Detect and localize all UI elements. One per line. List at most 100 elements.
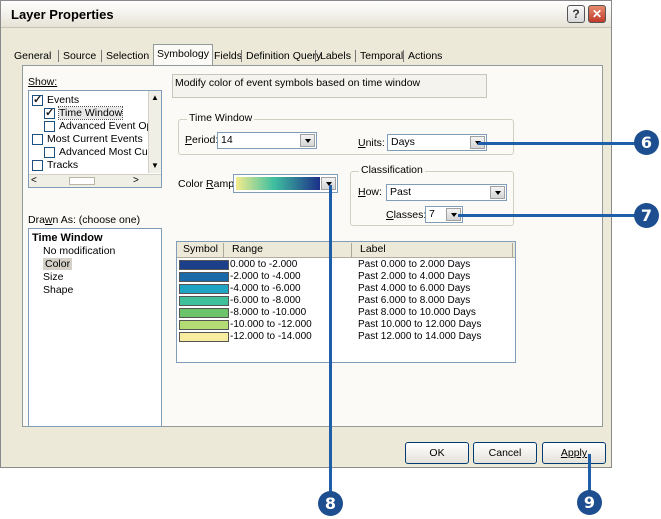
label-cell: Past 2.000 to 4.000 Days — [358, 271, 471, 282]
drawn-as-option-no-modification[interactable]: No modification — [43, 245, 115, 257]
how-select[interactable]: Past — [386, 184, 507, 201]
layer-properties-dialog: Layer Properties ? ✕ General Source Select… — [0, 0, 612, 468]
table-row[interactable]: -8.000 to -10.000 Past 8.000 to 10.000 Da… — [177, 308, 515, 319]
table-header: Symbol Range Label — [177, 242, 515, 258]
tree-item-label[interactable]: Most Current Events — [47, 133, 143, 145]
title-bar: Layer Properties ? ✕ — [1, 1, 611, 28]
units-value: Days — [391, 136, 415, 148]
drawn-as-heading: Time Window — [32, 232, 103, 244]
how-value: Past — [390, 186, 412, 198]
range-cell: -2.000 to -4.000 — [230, 271, 301, 282]
tree-checkbox[interactable] — [32, 134, 43, 145]
callout-8: 8 — [318, 491, 343, 516]
apply-button[interactable]: Apply — [542, 442, 606, 464]
class-table: Symbol Range Label 0.000 to -2.000 Past 0… — [176, 241, 516, 363]
label-cell: Past 12.000 to 14.000 Days — [358, 331, 482, 342]
label-cell: Past 10.000 to 12.000 Days — [358, 319, 482, 330]
header-label[interactable]: Label — [360, 243, 386, 255]
tab-source[interactable]: Source — [60, 47, 99, 65]
header-symbol[interactable]: Symbol — [183, 243, 218, 255]
symbol-swatch[interactable] — [179, 284, 229, 294]
table-row[interactable]: -10.000 to -12.000 Past 10.000 to 12.000 … — [177, 320, 515, 331]
drawn-as-option-size[interactable]: Size — [43, 271, 63, 283]
color-ramp-swatch — [236, 177, 320, 190]
scroll-up-icon[interactable]: ▲ — [151, 93, 159, 102]
label-cell: Past 4.000 to 6.000 Days — [358, 283, 471, 294]
tab-temporal[interactable]: Temporal — [357, 47, 406, 65]
tree-item-label[interactable]: Advanced Event Opti — [59, 120, 158, 132]
tab-definition-query[interactable]: Definition Query — [243, 47, 324, 65]
description-text: Modify color of event symbols based on t… — [175, 77, 421, 89]
drawn-as-list: Time Window No modification Color Size Shap… — [28, 228, 162, 427]
period-select[interactable]: 14 — [217, 132, 317, 149]
tab-selection[interactable]: Selection — [103, 47, 152, 65]
tree-item-label[interactable]: Events — [47, 94, 79, 106]
help-button[interactable]: ? — [567, 5, 585, 23]
classes-value: 7 — [429, 208, 435, 220]
symbol-swatch[interactable] — [179, 320, 229, 330]
symbol-swatch[interactable] — [179, 272, 229, 282]
close-button[interactable]: ✕ — [588, 5, 606, 23]
symbol-swatch[interactable] — [179, 308, 229, 318]
range-cell: -4.000 to -6.000 — [230, 283, 301, 294]
tree-checkbox[interactable] — [44, 121, 55, 132]
tree-item-label[interactable]: Tracks — [47, 159, 78, 171]
tab-actions[interactable]: Actions — [405, 47, 445, 65]
color-ramp-select[interactable] — [233, 174, 338, 193]
tree-checkbox[interactable] — [44, 147, 55, 158]
units-label: Units: — [358, 137, 385, 149]
table-row[interactable]: -2.000 to -4.000 Past 2.000 to 4.000 Days — [177, 272, 515, 283]
table-body: 0.000 to -2.000 Past 0.000 to 2.000 Days -… — [177, 260, 515, 360]
table-row[interactable]: -12.000 to -14.000 Past 12.000 to 14.000 … — [177, 332, 515, 343]
scroll-right-icon[interactable]: > — [133, 175, 139, 186]
ok-button[interactable]: OK — [405, 442, 469, 464]
tab-labels[interactable]: Labels — [317, 47, 354, 65]
color-ramp-label: Color Ramp: — [178, 178, 237, 190]
scroll-left-icon[interactable]: < — [31, 175, 37, 186]
callout-6-line — [478, 142, 638, 145]
callout-9-line — [588, 454, 591, 492]
layer-tree: EventsTime WindowAdvanced Event OptiMost… — [28, 90, 162, 188]
drawn-as-option-color[interactable]: Color — [43, 258, 73, 270]
tree-vertical-scrollbar[interactable]: ▲ ▼ — [148, 91, 161, 173]
range-cell: -10.000 to -12.000 — [230, 319, 312, 330]
callout-7-line — [458, 214, 638, 217]
tab-symbology[interactable]: Symbology — [153, 44, 213, 65]
symbol-swatch[interactable] — [179, 260, 229, 270]
tab-separator — [355, 50, 356, 62]
tree-checkbox[interactable] — [32, 160, 43, 171]
table-row[interactable]: -6.000 to -8.000 Past 6.000 to 8.000 Days — [177, 296, 515, 307]
time-window-title: Time Window — [187, 112, 255, 124]
table-row[interactable]: 0.000 to -2.000 Past 0.000 to 2.000 Days — [177, 260, 515, 271]
callout-6: 6 — [634, 130, 659, 155]
symbol-swatch[interactable] — [179, 332, 229, 342]
tab-separator — [101, 50, 102, 62]
drawn-as-label: Drawn As: (choose one) — [28, 214, 141, 226]
cancel-button[interactable]: Cancel — [473, 442, 537, 464]
tree-item-label[interactable]: Time Window — [57, 106, 124, 120]
callout-8-line — [329, 185, 332, 495]
drawn-as-option-shape[interactable]: Shape — [43, 284, 73, 296]
table-row[interactable]: -4.000 to -6.000 Past 4.000 to 6.000 Days — [177, 284, 515, 295]
tree-item-label[interactable]: Advanced Most Curre — [59, 146, 161, 158]
tree-checkbox[interactable] — [44, 106, 55, 119]
label-cell: Past 8.000 to 10.000 Days — [358, 307, 476, 318]
callout-7: 7 — [634, 203, 659, 228]
tree-horizontal-scrollbar[interactable]: < > — [29, 174, 161, 187]
tree-checkbox[interactable] — [32, 93, 43, 106]
scroll-down-icon[interactable]: ▼ — [151, 161, 159, 170]
range-cell: -8.000 to -10.000 — [230, 307, 307, 318]
units-select[interactable]: Days — [387, 134, 487, 151]
tab-separator — [58, 50, 59, 62]
tab-general[interactable]: General — [11, 47, 54, 65]
scroll-thumb[interactable] — [69, 177, 95, 185]
chevron-down-icon[interactable] — [490, 186, 505, 199]
chevron-down-icon[interactable] — [300, 134, 315, 147]
tab-fields[interactable]: Fields — [211, 47, 245, 65]
show-label: Show: — [28, 76, 58, 88]
classification-title: Classification — [359, 164, 425, 176]
header-range[interactable]: Range — [232, 243, 263, 255]
symbol-swatch[interactable] — [179, 296, 229, 306]
period-value: 14 — [221, 134, 233, 146]
classes-label: Classes: — [386, 209, 427, 221]
